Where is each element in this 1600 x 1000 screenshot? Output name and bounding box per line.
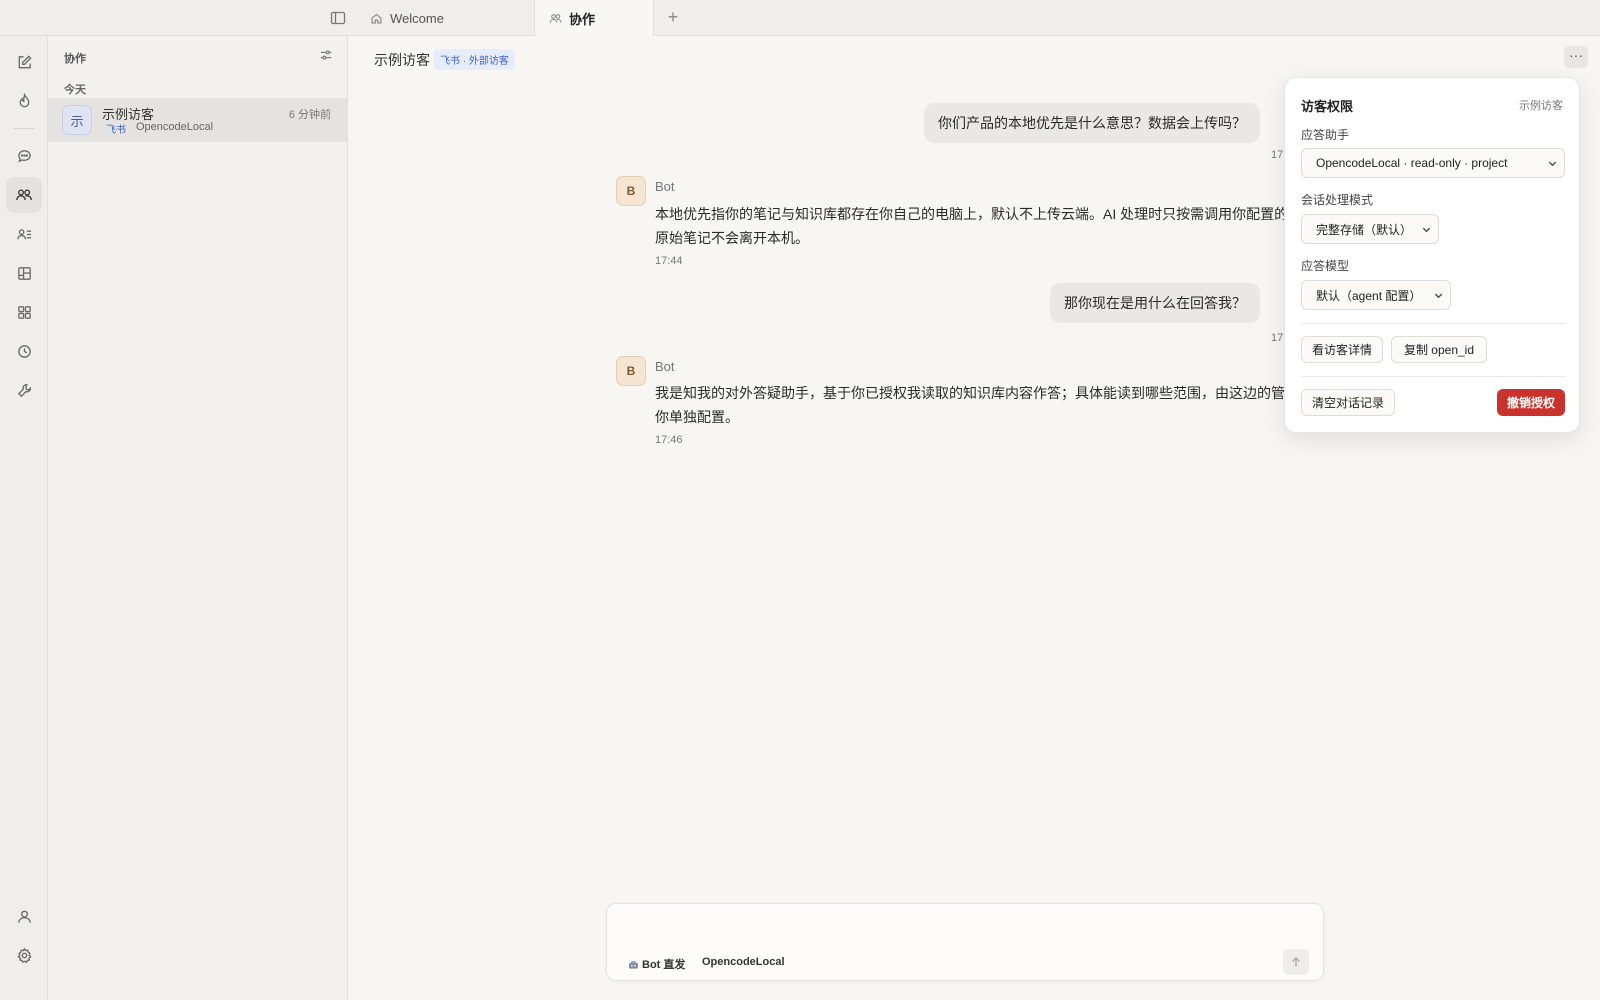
tab-label: Welcome xyxy=(390,10,444,26)
message-time: 17:46 xyxy=(655,434,683,446)
bot-message-line: 本地优先指你的笔记与知识库都存在你自己的电脑上，默认不上传云端。AI 处理时只按… xyxy=(655,206,1289,222)
bot-name: Bot xyxy=(655,359,675,374)
activity-rail xyxy=(0,36,48,1000)
model-label: 应答模型 xyxy=(1301,259,1350,273)
model-select[interactable]: 默认（agent 配置） xyxy=(1301,280,1451,310)
tab-label: 协作 xyxy=(569,12,596,27)
settings-gear-icon[interactable] xyxy=(6,937,42,973)
send-mode-label: Bot 直发 xyxy=(642,959,686,971)
chevron-down-icon xyxy=(1421,224,1432,235)
new-tab-button[interactable]: + xyxy=(664,8,682,26)
source-badge: 飞书 xyxy=(106,125,126,136)
user-message: 你们产品的本地优先是什么意思？数据会上传吗？ xyxy=(924,103,1260,143)
flame-icon[interactable] xyxy=(6,83,42,119)
message-composer: Bot 直发 OpencodeLocal xyxy=(606,903,1324,981)
arrow-up-icon xyxy=(1290,956,1302,968)
home-icon xyxy=(370,12,383,25)
bot-avatar: B xyxy=(616,176,646,206)
revoke-access-button[interactable]: 撤销授权 xyxy=(1497,389,1565,416)
conversation-list-pane: 协作 今天 示 示例访客 6 分钟前 飞书 OpencodeLocal xyxy=(48,36,348,1000)
compose-icon[interactable] xyxy=(6,44,42,80)
apps-grid-icon[interactable] xyxy=(6,294,42,330)
visitor-permissions-popover: 访客权限 示例访客 应答助手 OpencodeLocal · read-only… xyxy=(1284,77,1580,433)
send-mode-selector[interactable]: Bot 直发 xyxy=(627,956,685,972)
copy-open-id-button[interactable]: 复制 open_id xyxy=(1391,336,1487,363)
more-options-button[interactable]: ··· xyxy=(1564,46,1588,68)
user-message: 那你现在是用什么在回答我？ xyxy=(1050,283,1260,323)
chevron-down-icon xyxy=(1547,158,1558,169)
tab-welcome[interactable]: Welcome xyxy=(356,0,534,36)
agent-selector[interactable]: OpencodeLocal xyxy=(702,956,785,968)
assistant-label: 应答助手 xyxy=(1301,128,1350,142)
chat-bubble-icon[interactable] xyxy=(6,138,42,174)
list-header: 协作 xyxy=(64,53,86,65)
model-value: 默认（agent 配置） xyxy=(1316,288,1422,303)
assistant-value: OpencodeLocal · read-only · project xyxy=(1316,156,1508,170)
avatar: 示 xyxy=(62,105,92,135)
tab-bar: Welcome 协作 + xyxy=(0,0,1600,37)
robot-icon xyxy=(627,958,640,971)
chevron-down-icon xyxy=(1433,290,1444,301)
tab-collab[interactable]: 协作 xyxy=(534,0,654,37)
filter-sliders-icon[interactable] xyxy=(319,48,333,62)
collaboration-icon[interactable] xyxy=(6,177,42,213)
page-title: 示例访客 xyxy=(374,52,430,68)
popover-title: 访客权限 xyxy=(1301,99,1354,114)
assistant-select[interactable]: OpencodeLocal · read-only · project xyxy=(1301,148,1565,178)
message-time: 17:44 xyxy=(655,255,683,267)
people-icon xyxy=(549,12,562,25)
message-time: 17 xyxy=(1271,332,1284,344)
sidebar-toggle-icon[interactable] xyxy=(330,10,346,26)
group-label-today: 今天 xyxy=(64,84,86,96)
account-icon[interactable] xyxy=(6,898,42,934)
conversation-item[interactable]: 示 示例访客 6 分钟前 飞书 OpencodeLocal xyxy=(48,98,347,142)
conversation-agent: OpencodeLocal xyxy=(136,121,214,133)
mode-label: 会话处理模式 xyxy=(1301,193,1374,207)
bot-message-line: 我是知我的对外答疑助手，基于你已授权我读取的知识库内容作答；具体能读到哪些范围，… xyxy=(655,385,1285,401)
bot-avatar: B xyxy=(616,356,646,386)
contacts-icon[interactable] xyxy=(6,216,42,252)
message-time: 17 xyxy=(1271,149,1284,161)
message-input[interactable] xyxy=(623,916,1303,940)
send-button[interactable] xyxy=(1283,949,1309,975)
wrench-icon[interactable] xyxy=(6,372,42,408)
mode-select[interactable]: 完整存储（默认） xyxy=(1301,214,1439,244)
view-visitor-details-button[interactable]: 看访客详情 xyxy=(1301,336,1383,363)
status-badge: 飞书 · 外部访客 xyxy=(434,49,515,70)
mode-value: 完整存储（默认） xyxy=(1316,222,1413,237)
board-icon[interactable] xyxy=(6,255,42,291)
bot-message-line: 原始笔记不会离开本机。 xyxy=(655,230,809,246)
popover-subtitle: 示例访客 xyxy=(1519,100,1563,112)
clear-history-button[interactable]: 清空对话记录 xyxy=(1301,389,1395,416)
conversation-time: 6 分钟前 xyxy=(288,109,331,121)
bot-message-line: 你单独配置。 xyxy=(655,409,739,425)
bot-name: Bot xyxy=(655,179,675,194)
history-clock-icon[interactable] xyxy=(6,333,42,369)
